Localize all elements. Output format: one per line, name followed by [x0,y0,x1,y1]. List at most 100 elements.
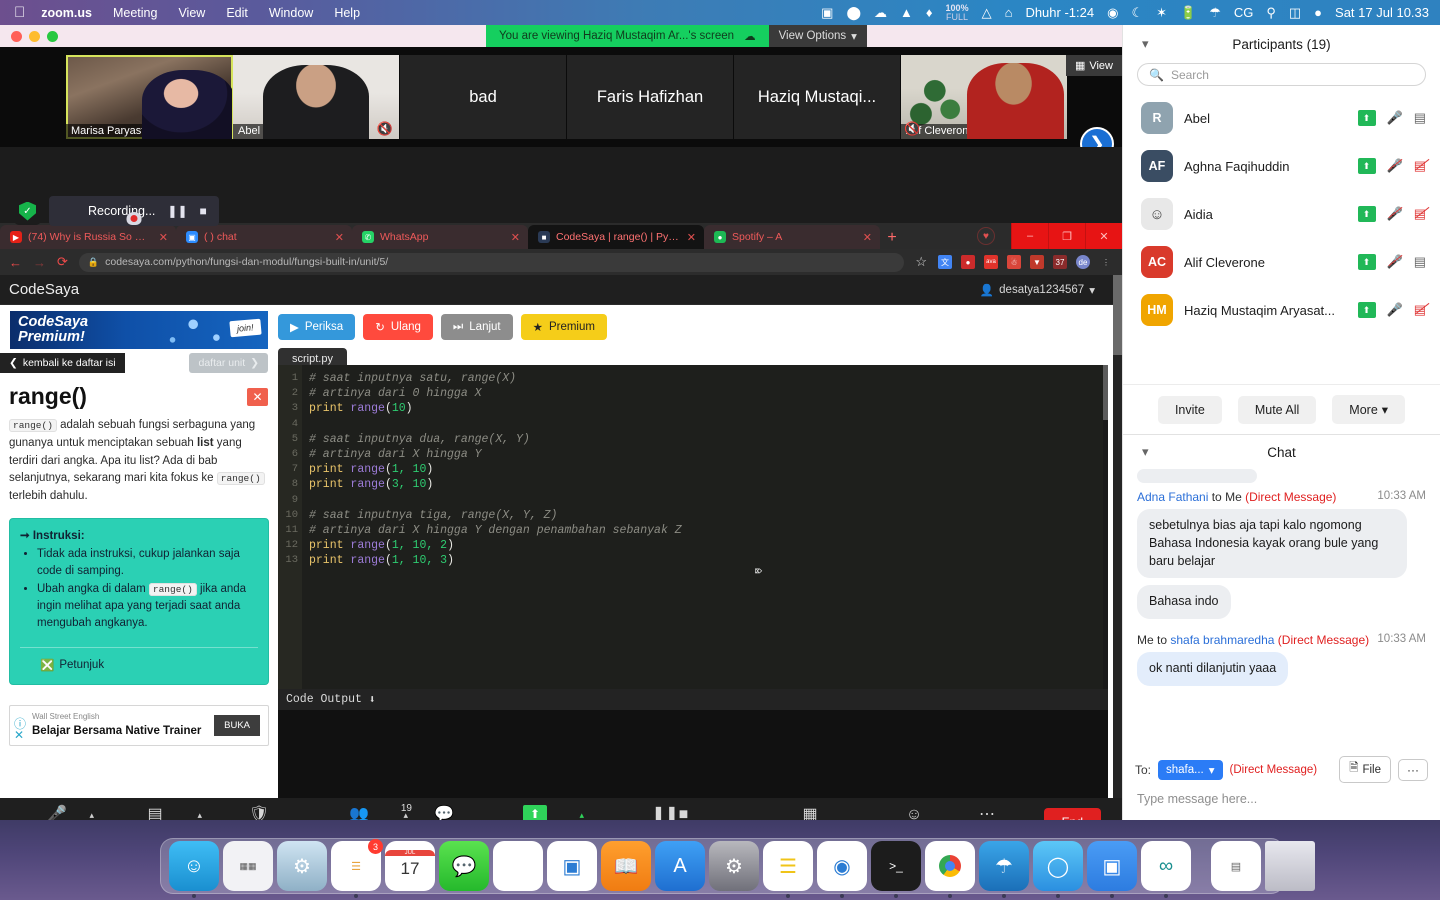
thumbnail-faris-hafizhan[interactable]: Faris Hafizhan [567,55,734,139]
thumbnail-marisa-paryasto[interactable]: Marisa Paryasto [66,55,233,139]
wifi-icon[interactable]: ☂ [1209,5,1221,21]
chrome-icon[interactable] [925,841,975,898]
menu-bar-clock[interactable]: Sat 17 Jul 10.33 [1335,5,1429,20]
raise-hand-icon[interactable]: ⬆ [1357,254,1376,270]
safari-icon[interactable]: ◉ [817,841,867,898]
editor-scrollbar[interactable] [1103,365,1108,699]
window-traffic-lights[interactable] [11,30,58,42]
chat-more-button[interactable]: ··· [1398,758,1428,781]
bluetooth-icon[interactable]: ✶ [1156,5,1167,21]
participant-row-aghna[interactable]: AF Aghna Faqihuddin ⬆ 🎤 ▤ [1123,142,1440,190]
battery-icon[interactable]: 🔋 [1180,5,1196,21]
skype-icon[interactable]: ◯ [1033,841,1083,898]
code-output-header[interactable]: Code Output ⬇ [278,689,1108,710]
avast-icon[interactable]: ava [984,255,998,269]
cloud-sync-icon[interactable]: ☁ [874,5,887,21]
ad-close-icon[interactable]: ✕ [14,728,24,742]
chrome-tab-zoom-chat[interactable]: ▣ ( ) chat ✕ [176,225,352,249]
prayer-time-label[interactable]: Dhuhr -1:24 [1025,5,1094,20]
back-icon[interactable]: ← [9,255,22,270]
chrome-tab-youtube[interactable]: ▶ (74) Why is Russia So DAMN BIG? ✕ [0,225,176,249]
maximize-window-button[interactable] [47,30,58,42]
collapse-chat-icon[interactable]: ▾ [1142,444,1149,460]
maximize-button[interactable]: ❐ [1048,223,1085,249]
chat-message-input[interactable]: Type message here... [1123,787,1440,820]
raise-hand-icon[interactable]: ⬆ [1357,110,1376,126]
messages-icon[interactable]: 💬 [439,841,489,891]
participant-controls[interactable]: ⬆ 🎤 ▤ [1357,158,1426,174]
system-preferences-icon[interactable]: ⚙ [277,841,327,891]
video-camera-icon[interactable]: ▤ [1414,254,1426,270]
menu-item-meeting[interactable]: Meeting [113,6,157,20]
app-store-icon[interactable]: A [655,841,705,891]
collapse-participants-icon[interactable]: ▾ [1142,36,1149,52]
participant-controls[interactable]: ⬆ 🎤 ▤ [1357,302,1426,318]
firefox-icon[interactable]: ☂ [979,841,1029,898]
chat-sender-name[interactable]: Adna Fathani [1137,490,1208,504]
books-icon[interactable]: 📖 [601,841,651,891]
close-button[interactable]: ✕ [1085,223,1122,249]
participant-controls[interactable]: ⬆ 🎤 ▤ [1357,206,1426,222]
scrollbar-thumb[interactable] [1113,275,1122,355]
thumbnail-abel[interactable]: Abel 🔇 [233,55,400,139]
raise-hand-icon[interactable]: ⬆ [1357,206,1376,222]
chrome-menu-icon[interactable]: ⋮ [1099,255,1113,269]
tracker-icon[interactable]: 37 [1053,255,1067,269]
bookmark-star-icon[interactable]: ☆ [915,254,927,270]
close-lesson-button[interactable]: ✕ [247,387,268,406]
do-not-disturb-icon[interactable]: ☾ [1131,5,1143,21]
video-camera-off-icon[interactable]: ▤ [1414,206,1426,222]
menu-item-help[interactable]: Help [334,6,360,20]
pause-recording-button[interactable]: ❚❚ [167,204,187,218]
participants-list[interactable]: Marisa Paryasto (Host, me) ⬆ 🎤 ▤ R Abel … [1123,94,1440,384]
siri-icon[interactable]: ● [1314,5,1322,20]
unit-list-dropdown[interactable]: daftar unit ❯ [189,353,268,373]
microphone-muted-icon[interactable]: 🎤 [1387,158,1403,174]
mute-all-button[interactable]: Mute All [1237,395,1317,424]
dropbox-icon[interactable]: △ [982,5,992,21]
reminders-icon[interactable]: ☰ 3 [331,839,383,898]
hint-button[interactable]: ❎ Petunjuk [20,647,258,672]
close-tab-icon[interactable]: ✕ [335,231,344,244]
close-tab-icon[interactable]: ✕ [863,231,872,244]
chrome-tab-spotify[interactable]: ● Spotify – A ✕ [704,225,880,249]
pocket-icon[interactable]: ▼ [1030,255,1044,269]
trash-icon[interactable] [1265,841,1315,891]
prayer-time-icon[interactable]: ⌂ [1005,5,1013,20]
view-layout-button[interactable]: ▦ View [1065,55,1122,76]
menu-item-edit[interactable]: Edit [226,6,248,20]
account-menu[interactable]: 👤 desatya1234567 ▾ [980,283,1095,297]
ulang-button[interactable]: ↻ Ulang [363,314,433,340]
microphone-muted-icon[interactable]: 🎤 [1387,254,1403,270]
close-tab-icon[interactable]: ✕ [511,231,520,244]
stacks-icon[interactable]: ▤ [1211,841,1261,891]
notes-icon[interactable]: ☰ [763,841,813,898]
screen-recorder-icon[interactable]: ▣ [821,5,833,21]
scrollbar-thumb[interactable] [1103,365,1108,420]
view-options-button[interactable]: View Options ▾ [768,25,867,47]
spotlight-search-icon[interactable]: ⚲ [1266,5,1276,21]
chat-message-list[interactable]: Adna Fathani to Me (Direct Message) 10:3… [1123,469,1440,750]
participant-controls[interactable]: ⬆ 🎤 ▤ [1357,254,1426,270]
security-shield-badge[interactable]: ✓ [14,197,41,225]
code-editor-area[interactable]: 1 2 3 4 5 6 7 8 9 10 11 12 13 # saat inp… [278,365,1108,699]
profile-avatar-icon[interactable]: ♥ [977,227,995,245]
reload-icon[interactable]: ⟳ [57,254,68,270]
shield-icon[interactable]: ☃ [1007,255,1021,269]
invite-button[interactable]: Invite [1157,395,1222,424]
profile-de-icon[interactable]: de [1076,255,1090,269]
terminal-icon[interactable]: >_ [871,841,921,898]
back-to-contents-button[interactable]: ❮ kembali ke daftar isi [0,353,125,373]
keynote-icon[interactable]: ▣ [547,841,597,891]
search-input[interactable]: 🔍 Search [1137,63,1426,86]
participant-controls[interactable]: ⬆ 🎤 ▤ [1357,110,1426,126]
zoom-app-icon[interactable]: ▣ [1087,841,1137,898]
stop-recording-button[interactable]: ■ [200,204,207,218]
participant-row-alif[interactable]: AC Alif Cleverone ⬆ 🎤 ▤ [1123,238,1440,286]
raise-hand-icon[interactable]: ⬆ [1357,302,1376,318]
launchpad-icon[interactable]: ▦▦ [223,841,273,891]
chat-file-button[interactable]: 🗎 File [1339,756,1391,783]
periksa-button[interactable]: ▶ Periksa [278,314,356,340]
participant-row-haziq[interactable]: HM Haziq Mustaqim Aryasat... ⬆ 🎤 ▤ [1123,286,1440,334]
translate-icon[interactable]: 文 [938,255,952,269]
